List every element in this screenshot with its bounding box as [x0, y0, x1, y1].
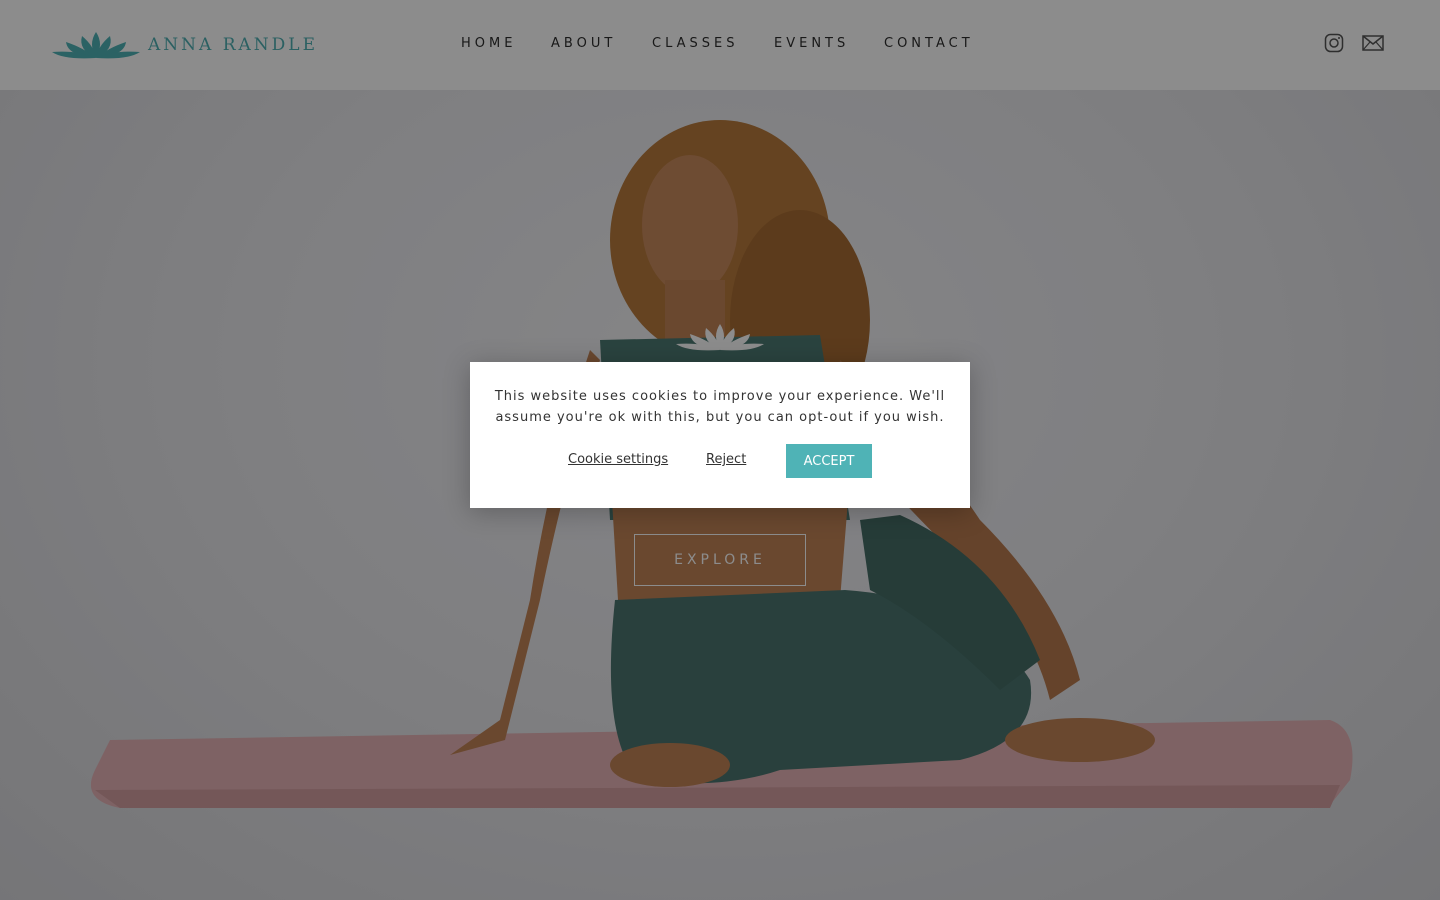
cookie-settings-link[interactable]: Cookie settings [568, 452, 668, 467]
cookie-consent-dialog: This website uses cookies to improve you… [470, 362, 970, 508]
cookie-message: This website uses cookies to improve you… [494, 389, 946, 425]
cookie-reject-link[interactable]: Reject [706, 452, 746, 467]
cookie-accept-button[interactable]: ACCEPT [786, 444, 872, 478]
